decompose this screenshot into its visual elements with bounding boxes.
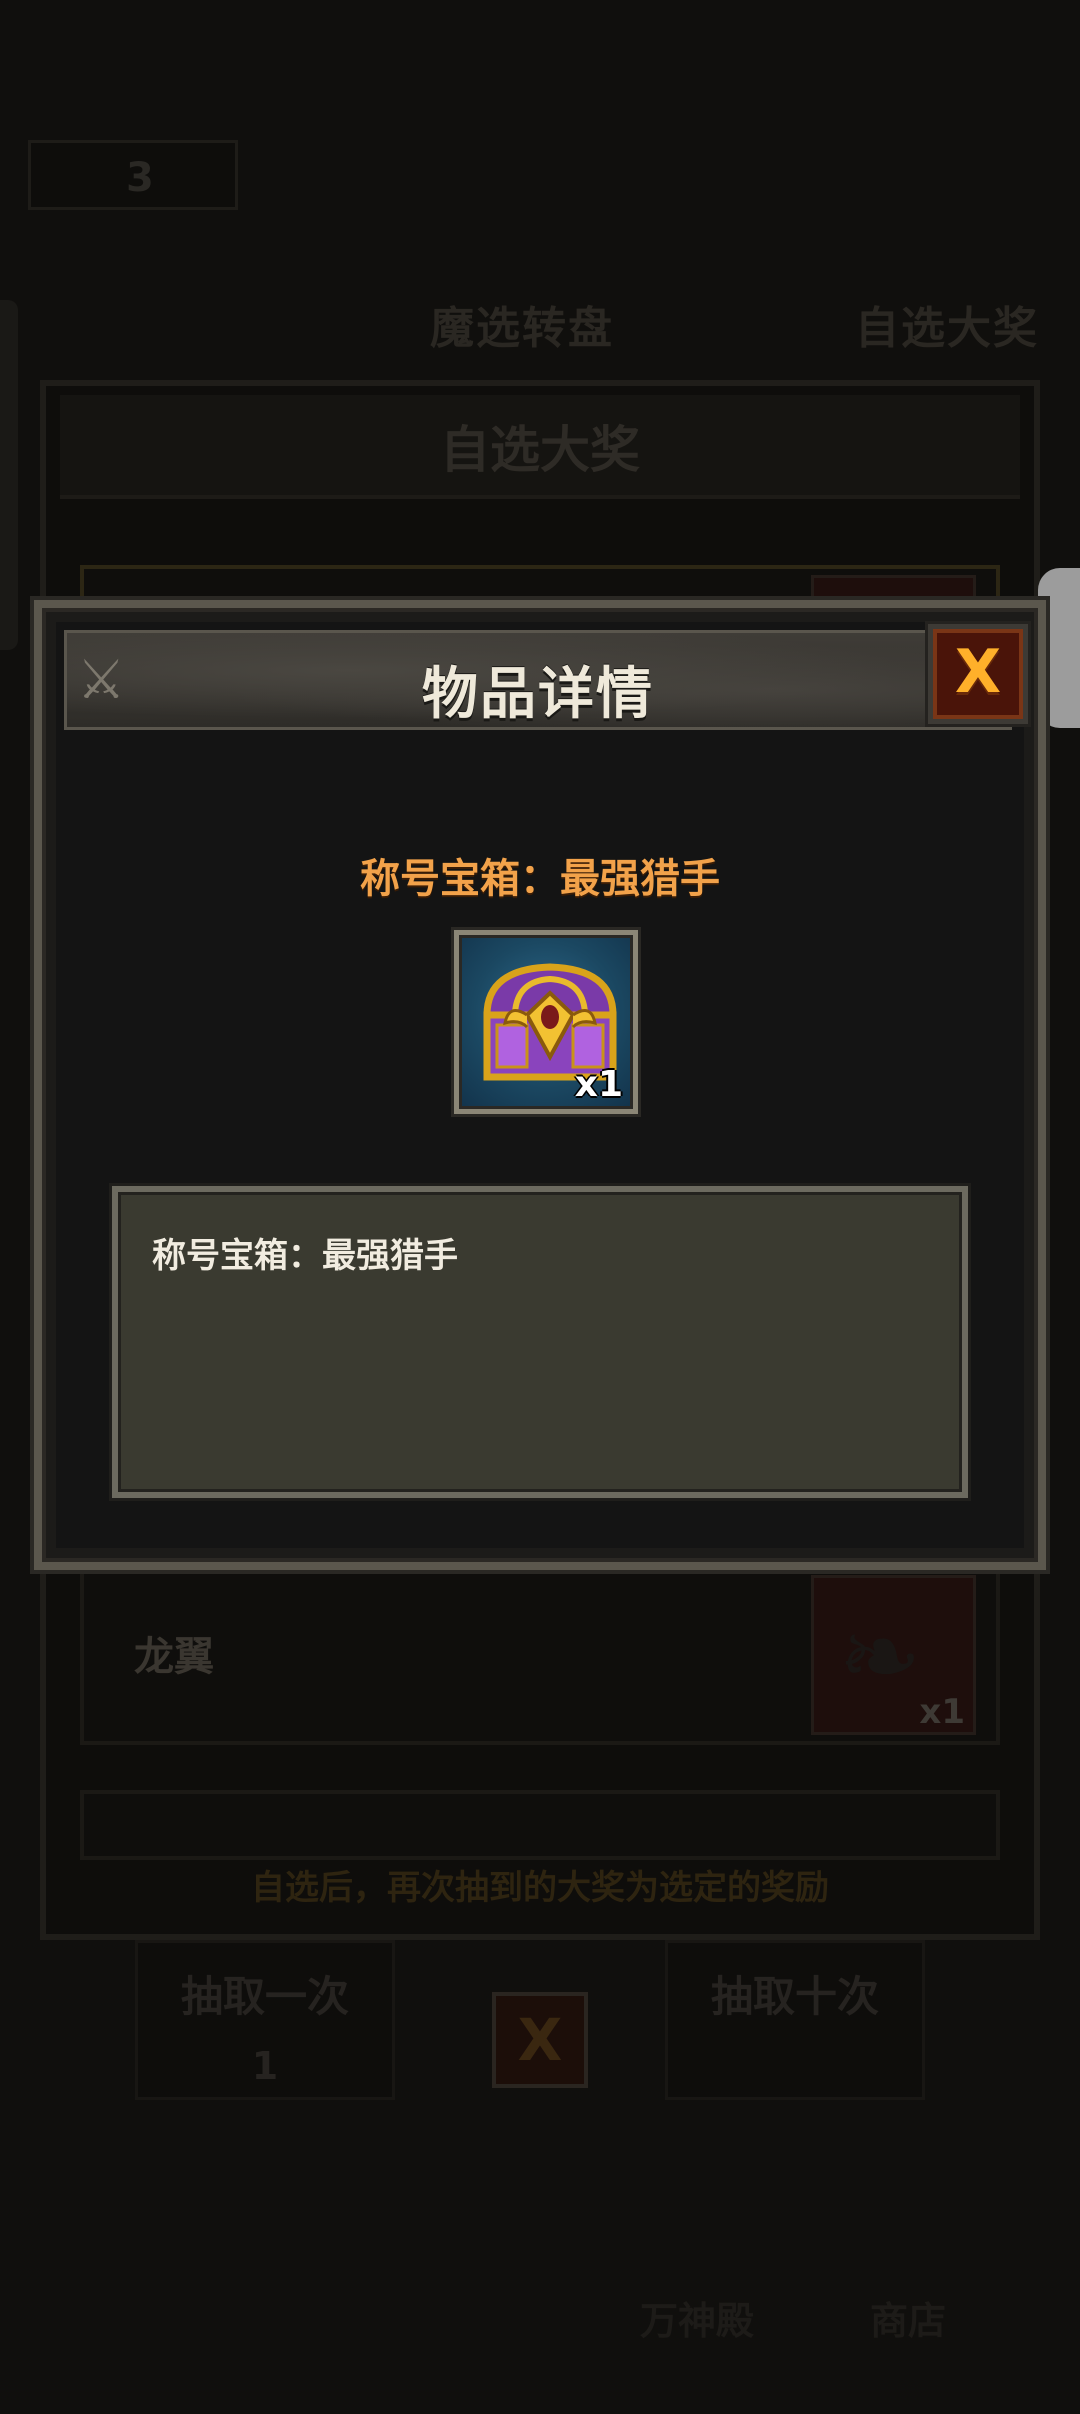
bg-draw-ten-label: 抽取十次 xyxy=(710,1972,879,2021)
bg-panel-title: 自选大奖 xyxy=(440,421,640,479)
dragon-wing-icon: ❧ xyxy=(838,1598,922,1715)
bg-draw-ten-button: 抽取十次 xyxy=(665,1940,925,2100)
bg-footnote: 自选后，再次抽到的大奖为选定的奖励 xyxy=(251,1868,829,1908)
close-icon: X xyxy=(954,637,1002,707)
bg-draw-once-cost: 1 xyxy=(251,2044,279,2088)
bg-close-button: X xyxy=(492,1992,588,2088)
bg-list-item xyxy=(80,1790,1000,1860)
bg-draw-once-label: 抽取一次 xyxy=(180,1972,349,2021)
item-slot[interactable]: x1 xyxy=(454,930,638,1114)
bg-tab-wheel: 魔选转盘 xyxy=(430,303,614,354)
item-description-box: 称号宝箱：最强猎手 xyxy=(112,1186,968,1498)
bg-counter: 3 xyxy=(28,140,238,210)
dialog-header: ⚔ 物品详情 xyxy=(64,630,1012,730)
bg-nav-pantheon: 万神殿 xyxy=(640,2299,755,2343)
bg-draw-once-button: 抽取一次 1 xyxy=(135,1940,395,2100)
dialog-title: 物品详情 xyxy=(422,662,654,727)
close-button[interactable]: X xyxy=(928,624,1028,724)
item-detail-dialog: ⚔ 物品详情 X 称号宝箱：最强猎手 x1 称号宝箱：最强猎手 xyxy=(34,600,1046,1570)
bg-nav-shop: 商店 xyxy=(870,2299,947,2343)
bg-tab-grand-prize: 自选大奖 xyxy=(855,303,1039,354)
bg-item-icon: ❧ x1 xyxy=(811,1575,976,1735)
bg-item-name: 龙翼 xyxy=(134,1634,214,1680)
item-name: 称号宝箱：最强猎手 xyxy=(360,856,720,902)
bg-list-item: 龙翼 ❧ x1 xyxy=(80,1565,1000,1745)
bg-item-qty: x1 xyxy=(919,1692,965,1732)
item-quantity: x1 xyxy=(574,1064,623,1105)
item-description: 称号宝箱：最强猎手 xyxy=(152,1236,458,1276)
